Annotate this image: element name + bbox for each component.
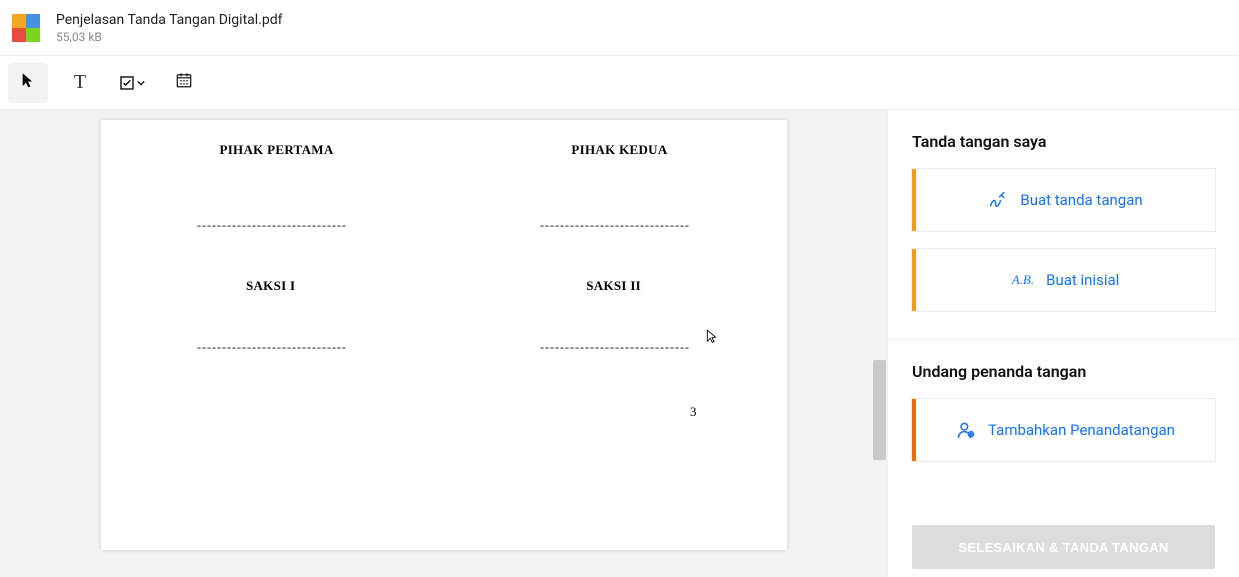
add-person-icon [956,420,976,440]
tool-text[interactable]: T [60,63,100,103]
tool-checkbox[interactable] [112,63,152,103]
toolbar: T [0,56,1239,110]
signature-line: ------------------------------ [540,218,690,233]
section-title-my-signature: Tanda tangan saya [912,132,1215,151]
initials-icon: A.B. [1012,272,1034,288]
scrollbar-thumb[interactable] [873,360,886,460]
create-initials-label: Buat inisial [1046,271,1119,289]
tool-pointer[interactable] [8,63,48,103]
file-name: Penjelasan Tanda Tangan Digital.pdf [56,12,282,28]
signature-line: ------------------------------ [197,340,347,355]
pointer-icon [20,72,36,93]
add-signer-label: Tambahkan Penandatangan [988,421,1175,439]
file-meta: Penjelasan Tanda Tangan Digital.pdf 55,0… [56,12,282,44]
create-initials-card[interactable]: A.B. Buat inisial [912,249,1215,311]
signature-line: ------------------------------ [197,218,347,233]
calendar-icon [175,71,193,94]
create-signature-label: Buat tanda tangan [1020,191,1142,209]
vertical-scrollbar[interactable] [872,110,887,577]
section-title-invite: Undang penanda tangan [912,362,1215,381]
checkbox-dropdown-icon [119,75,145,91]
file-size: 55,03 kB [56,30,282,44]
signature-icon [988,190,1008,210]
party-right-top: PIHAK KEDUA [571,142,667,158]
signature-line: ------------------------------ [540,340,690,355]
app-logo [12,14,40,42]
party-right-bottom: SAKSI II [586,278,641,294]
add-signer-card[interactable]: Tambahkan Penandatangan [912,399,1215,461]
party-left-bottom: SAKSI I [246,278,295,294]
app-header: Penjelasan Tanda Tangan Digital.pdf 55,0… [0,0,1239,56]
party-left-top: PIHAK PERTAMA [219,142,333,158]
chevron-down-icon [137,79,145,87]
create-signature-card[interactable]: Buat tanda tangan [912,169,1215,231]
finish-and-sign-button[interactable]: SELESAIKAN & TANDA TANGAN [912,525,1215,569]
text-icon: T [74,71,86,94]
panel-divider [888,339,1239,340]
side-panel: Tanda tangan saya Buat tanda tangan A.B.… [887,110,1239,577]
page-number: 3 [690,404,697,420]
tool-date[interactable] [164,63,204,103]
document-viewer[interactable]: PIHAK PERTAMA PIHAK KEDUA --------------… [0,110,887,577]
pdf-page: PIHAK PERTAMA PIHAK KEDUA --------------… [101,120,787,550]
main-area: PIHAK PERTAMA PIHAK KEDUA --------------… [0,110,1239,577]
